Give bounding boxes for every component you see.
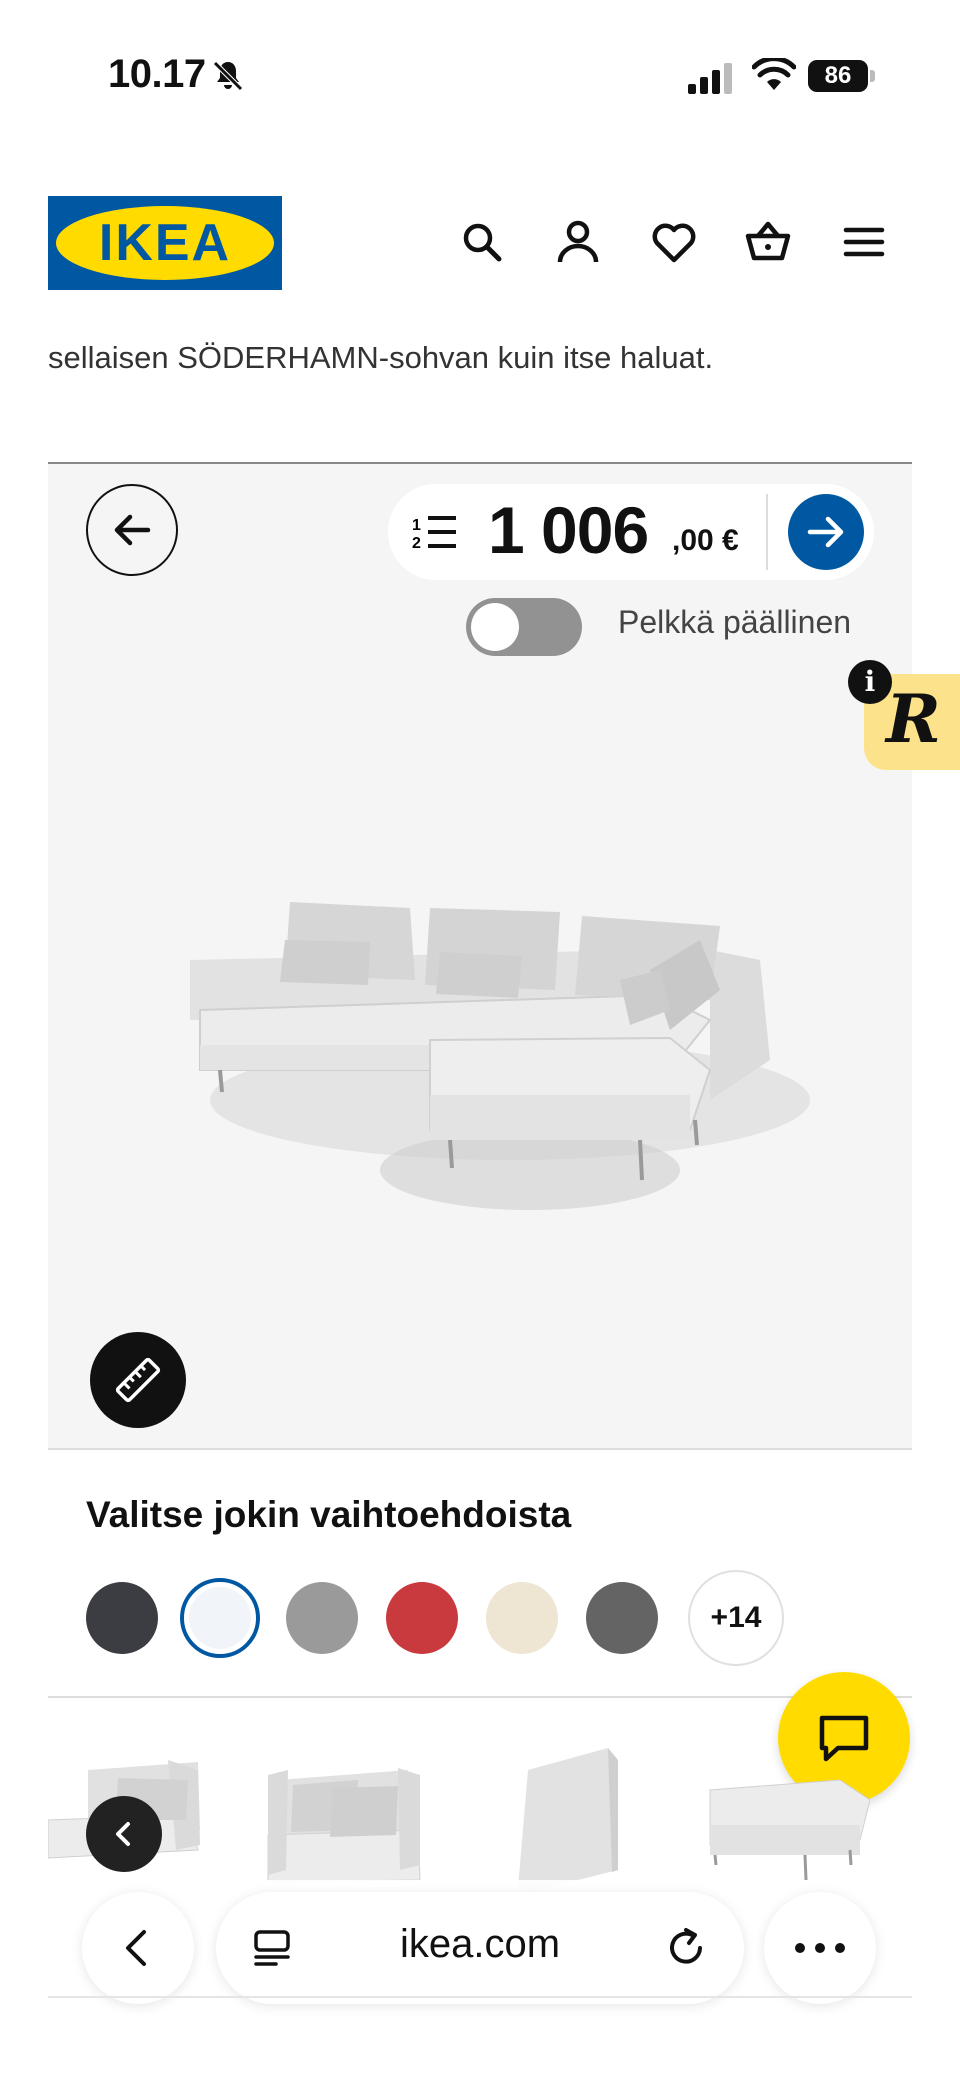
info-icon[interactable]: i xyxy=(848,660,892,704)
profile-icon[interactable] xyxy=(554,218,602,266)
color-swatch-5[interactable] xyxy=(586,1582,658,1654)
more-dots-icon xyxy=(795,1943,845,1953)
svg-text:2: 2 xyxy=(412,535,421,552)
module-thumbnail[interactable] xyxy=(258,1740,428,1890)
measure-button[interactable] xyxy=(90,1332,186,1428)
wifi-icon xyxy=(752,58,796,90)
browser-back-button[interactable] xyxy=(82,1892,194,2004)
sofa-image xyxy=(190,902,810,1210)
intro-text: sellaisen SÖDERHAMN-sohvan kuin itse hal… xyxy=(48,340,714,375)
configurator-back-button[interactable] xyxy=(86,484,178,576)
search-icon[interactable] xyxy=(458,218,506,266)
continue-button[interactable] xyxy=(788,494,864,570)
numbered-list-icon[interactable]: 1 2 xyxy=(410,510,460,554)
options-title: Valitse jokin vaihtoehdoista xyxy=(86,1494,572,1535)
carousel-prev-button[interactable] xyxy=(86,1796,162,1872)
arrow-left-icon xyxy=(114,514,151,546)
more-colors-button[interactable]: +14 xyxy=(688,1570,784,1666)
reload-icon[interactable] xyxy=(664,1926,708,1970)
svg-text:1: 1 xyxy=(412,517,421,534)
color-swatch-2[interactable] xyxy=(286,1582,358,1654)
chevron-left-icon xyxy=(126,1930,146,1966)
logo-text: IKEA xyxy=(98,214,232,272)
menu-icon[interactable] xyxy=(840,218,888,266)
battery-icon: 86 xyxy=(808,60,876,92)
browser-more-button[interactable] xyxy=(764,1892,876,2004)
color-swatch-4[interactable] xyxy=(486,1582,558,1654)
price-decimal: ,00 € xyxy=(672,524,739,557)
battery-level: 86 xyxy=(808,60,868,92)
status-time: 10.17 xyxy=(108,52,206,96)
cover-only-label: Pelkkä päällinen xyxy=(618,604,852,640)
pill-divider xyxy=(766,494,768,570)
arrow-right-icon xyxy=(807,516,844,548)
ikea-logo[interactable]: IKEA xyxy=(48,196,282,290)
divider xyxy=(48,1996,912,1998)
bell-slash-icon xyxy=(213,61,243,91)
heart-icon[interactable] xyxy=(650,218,698,266)
url-text[interactable]: ikea.com xyxy=(340,1922,620,1967)
price-integer: 1 006 xyxy=(488,493,649,567)
ruler-icon xyxy=(115,1357,161,1403)
chevron-left-icon xyxy=(116,1822,130,1846)
signal-icon xyxy=(688,63,732,94)
color-swatch-0[interactable] xyxy=(86,1582,158,1654)
cover-only-toggle[interactable] xyxy=(466,598,582,656)
r-badge-letter: R xyxy=(886,680,941,758)
divider xyxy=(48,1696,912,1698)
reader-icon[interactable] xyxy=(252,1928,292,1968)
module-thumbnail[interactable] xyxy=(508,1740,628,1890)
toggle-knob xyxy=(471,603,519,651)
cart-icon[interactable] xyxy=(744,218,792,266)
module-thumbnail[interactable] xyxy=(700,1740,870,1890)
color-swatch-1[interactable] xyxy=(180,1578,260,1658)
color-swatch-3[interactable] xyxy=(386,1582,458,1654)
